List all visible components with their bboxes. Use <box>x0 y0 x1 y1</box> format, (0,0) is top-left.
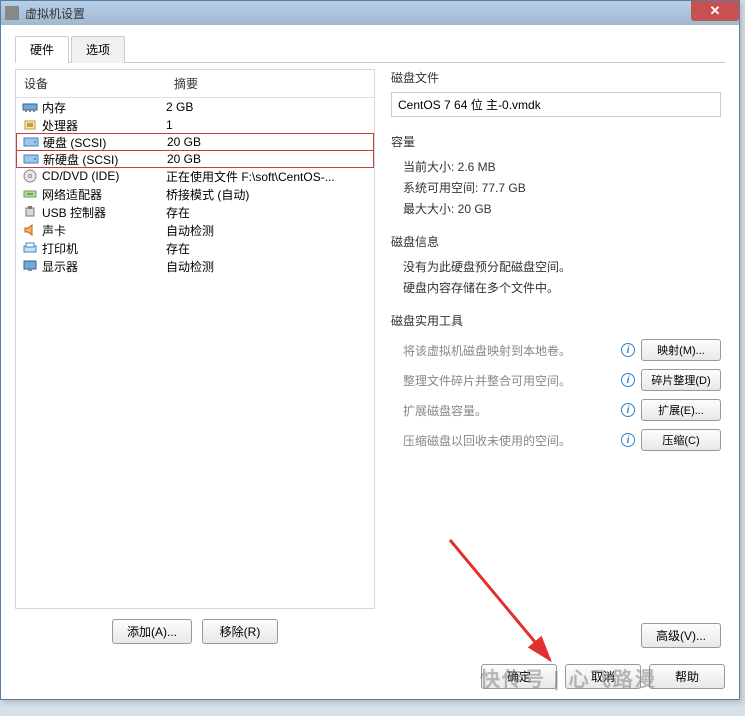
defrag-label: 整理文件碎片并整合可用空间。 <box>403 372 615 389</box>
device-row[interactable]: 新硬盘 (SCSI)20 GB <box>16 150 374 168</box>
device-row[interactable]: 声卡自动检测 <box>16 221 374 239</box>
device-summary: 20 GB <box>167 135 367 149</box>
device-list: 设备 摘要 内存2 GB处理器1硬盘 (SCSI)20 GB新硬盘 (SCSI)… <box>15 69 375 609</box>
help-button[interactable]: 帮助 <box>649 664 725 689</box>
col-device: 设备 <box>16 70 166 97</box>
sound-icon <box>22 223 38 237</box>
device-name: 硬盘 (SCSI) <box>43 134 167 151</box>
capacity-title: 容量 <box>391 133 721 150</box>
ok-button[interactable]: 确定 <box>481 664 557 689</box>
device-summary: 2 GB <box>166 100 368 114</box>
close-button[interactable]: ✕ <box>691 1 739 21</box>
info-icon[interactable]: i <box>621 343 635 357</box>
left-panel: 设备 摘要 内存2 GB处理器1硬盘 (SCSI)20 GB新硬盘 (SCSI)… <box>15 69 375 654</box>
capacity-max: 最大大小: 20 GB <box>391 198 721 219</box>
cd-icon <box>22 169 38 183</box>
device-summary: 桥接模式 (自动) <box>166 186 368 203</box>
window-title: 虚拟机设置 <box>25 5 85 22</box>
capacity-current: 当前大小: 2.6 MB <box>391 156 721 177</box>
device-summary: 20 GB <box>167 152 367 166</box>
right-bottom: 高级(V)... <box>391 617 721 654</box>
device-row[interactable]: 网络适配器桥接模式 (自动) <box>16 185 374 203</box>
disk-file-input[interactable]: CentOS 7 64 位 主-0.vmdk <box>391 92 721 117</box>
device-name: 打印机 <box>42 240 166 257</box>
expand-label: 扩展磁盘容量。 <box>403 402 615 419</box>
device-header: 设备 摘要 <box>16 70 374 98</box>
cancel-button[interactable]: 取消 <box>565 664 641 689</box>
usb-icon <box>22 205 38 219</box>
tool-row-defrag: 整理文件碎片并整合可用空间。 i 碎片整理(D) <box>391 365 721 395</box>
info-icon[interactable]: i <box>621 373 635 387</box>
info-icon[interactable]: i <box>621 433 635 447</box>
device-name: 内存 <box>42 99 166 116</box>
vm-settings-window: 虚拟机设置 ✕ 硬件 选项 设备 摘要 内存2 GB处理器1硬盘 (SCSI)2… <box>0 0 740 700</box>
net-icon <box>22 187 38 201</box>
display-icon <box>22 259 38 273</box>
footer: 确定 取消 帮助 <box>15 654 725 689</box>
disk-icon <box>23 135 39 149</box>
device-name: CD/DVD (IDE) <box>42 169 166 183</box>
device-summary: 1 <box>166 118 368 132</box>
col-summary: 摘要 <box>166 70 374 97</box>
device-name: 声卡 <box>42 222 166 239</box>
group-disk-file: 磁盘文件 CentOS 7 64 位 主-0.vmdk <box>391 69 721 119</box>
cpu-icon <box>22 118 38 132</box>
add-button[interactable]: 添加(A)... <box>112 619 192 644</box>
titlebar[interactable]: 虚拟机设置 ✕ <box>1 1 739 25</box>
tools-title: 磁盘实用工具 <box>391 312 721 329</box>
tab-hardware[interactable]: 硬件 <box>15 36 69 63</box>
device-row[interactable]: USB 控制器存在 <box>16 203 374 221</box>
device-row[interactable]: 硬盘 (SCSI)20 GB <box>16 133 374 151</box>
device-row[interactable]: 打印机存在 <box>16 239 374 257</box>
device-row[interactable]: CD/DVD (IDE)正在使用文件 F:\soft\CentOS-... <box>16 167 374 185</box>
disk-info-title: 磁盘信息 <box>391 233 721 250</box>
map-button[interactable]: 映射(M)... <box>641 339 721 361</box>
device-summary: 存在 <box>166 240 368 257</box>
device-name: 处理器 <box>42 117 166 134</box>
device-summary: 自动检测 <box>166 258 368 275</box>
device-name: 新硬盘 (SCSI) <box>43 151 167 168</box>
left-buttons: 添加(A)... 移除(R) <box>15 609 375 654</box>
device-row[interactable]: 内存2 GB <box>16 98 374 116</box>
device-summary: 自动检测 <box>166 222 368 239</box>
map-label: 将该虚拟机磁盘映射到本地卷。 <box>403 342 615 359</box>
device-name: USB 控制器 <box>42 204 166 221</box>
tabs: 硬件 选项 <box>15 35 725 63</box>
disk-icon <box>23 152 39 166</box>
tool-row-expand: 扩展磁盘容量。 i 扩展(E)... <box>391 395 721 425</box>
capacity-free: 系统可用空间: 77.7 GB <box>391 177 721 198</box>
panel: 设备 摘要 内存2 GB处理器1硬盘 (SCSI)20 GB新硬盘 (SCSI)… <box>15 69 725 654</box>
disk-info-line2: 硬盘内容存储在多个文件中。 <box>391 277 721 298</box>
app-icon <box>5 6 19 20</box>
compact-label: 压缩磁盘以回收未使用的空间。 <box>403 432 615 449</box>
group-disk-info: 磁盘信息 没有为此硬盘预分配磁盘空间。 硬盘内容存储在多个文件中。 <box>391 233 721 298</box>
tool-row-map: 将该虚拟机磁盘映射到本地卷。 i 映射(M)... <box>391 335 721 365</box>
tool-row-compact: 压缩磁盘以回收未使用的空间。 i 压缩(C) <box>391 425 721 455</box>
group-tools: 磁盘实用工具 将该虚拟机磁盘映射到本地卷。 i 映射(M)... 整理文件碎片并… <box>391 312 721 455</box>
defrag-button[interactable]: 碎片整理(D) <box>641 369 721 391</box>
device-name: 显示器 <box>42 258 166 275</box>
device-summary: 正在使用文件 F:\soft\CentOS-... <box>166 168 368 185</box>
content: 硬件 选项 设备 摘要 内存2 GB处理器1硬盘 (SCSI)20 GB新硬盘 … <box>1 25 739 699</box>
disk-file-title: 磁盘文件 <box>391 69 721 86</box>
compact-button[interactable]: 压缩(C) <box>641 429 721 451</box>
device-name: 网络适配器 <box>42 186 166 203</box>
expand-button[interactable]: 扩展(E)... <box>641 399 721 421</box>
memory-icon <box>22 100 38 114</box>
tab-options[interactable]: 选项 <box>71 36 125 63</box>
advanced-button[interactable]: 高级(V)... <box>641 623 721 648</box>
device-summary: 存在 <box>166 204 368 221</box>
device-row[interactable]: 显示器自动检测 <box>16 257 374 275</box>
disk-info-line1: 没有为此硬盘预分配磁盘空间。 <box>391 256 721 277</box>
remove-button[interactable]: 移除(R) <box>202 619 278 644</box>
device-row[interactable]: 处理器1 <box>16 116 374 134</box>
info-icon[interactable]: i <box>621 403 635 417</box>
printer-icon <box>22 241 38 255</box>
right-panel: 磁盘文件 CentOS 7 64 位 主-0.vmdk 容量 当前大小: 2.6… <box>391 69 725 654</box>
group-capacity: 容量 当前大小: 2.6 MB 系统可用空间: 77.7 GB 最大大小: 20… <box>391 133 721 219</box>
